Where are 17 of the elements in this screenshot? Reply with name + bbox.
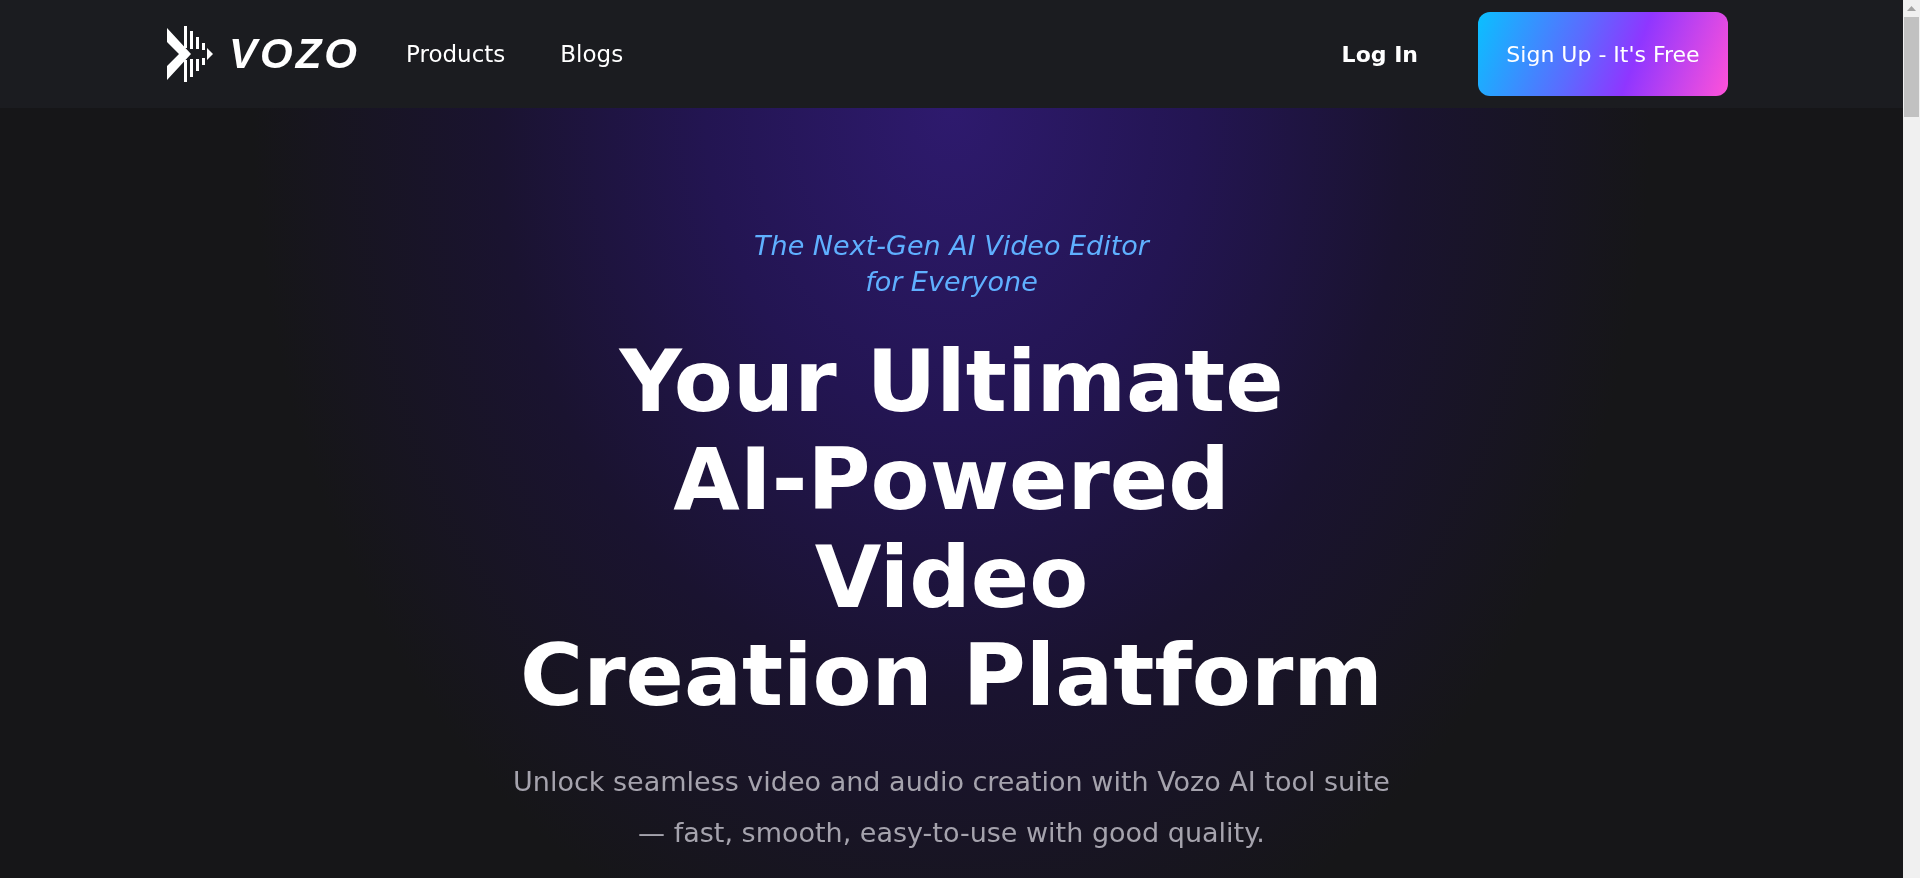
chevron-logo-icon (167, 26, 215, 82)
vozo-logo[interactable]: VOZO (167, 26, 360, 82)
tagline-text: for Everyone (864, 265, 1039, 299)
headline-text: AI-Powered (672, 430, 1231, 528)
headline-text: Creation Platform (520, 626, 1383, 724)
login-link[interactable]: Log In (1341, 41, 1418, 67)
nav-link[interactable]: Blogs (560, 41, 624, 67)
headline-text: Your Ultimate (618, 332, 1285, 430)
scrollbar-thumb[interactable] (1904, 17, 1919, 117)
nav-link[interactable]: Products (406, 41, 506, 67)
scrollbar[interactable] (1903, 0, 1920, 878)
tagline-text: The Next-Gen AI Video Editor (754, 229, 1149, 263)
logo-wordmark: VOZO (229, 30, 360, 78)
description-text: — fast, smooth, easy-to-use with good quality. (637, 816, 1266, 850)
headline-text: Video (813, 528, 1090, 626)
signup-button[interactable]: Sign Up - It's Free (1478, 12, 1728, 96)
description-text: Unlock seamless video and audio creation with Vozo AI tool suite (513, 765, 1390, 799)
